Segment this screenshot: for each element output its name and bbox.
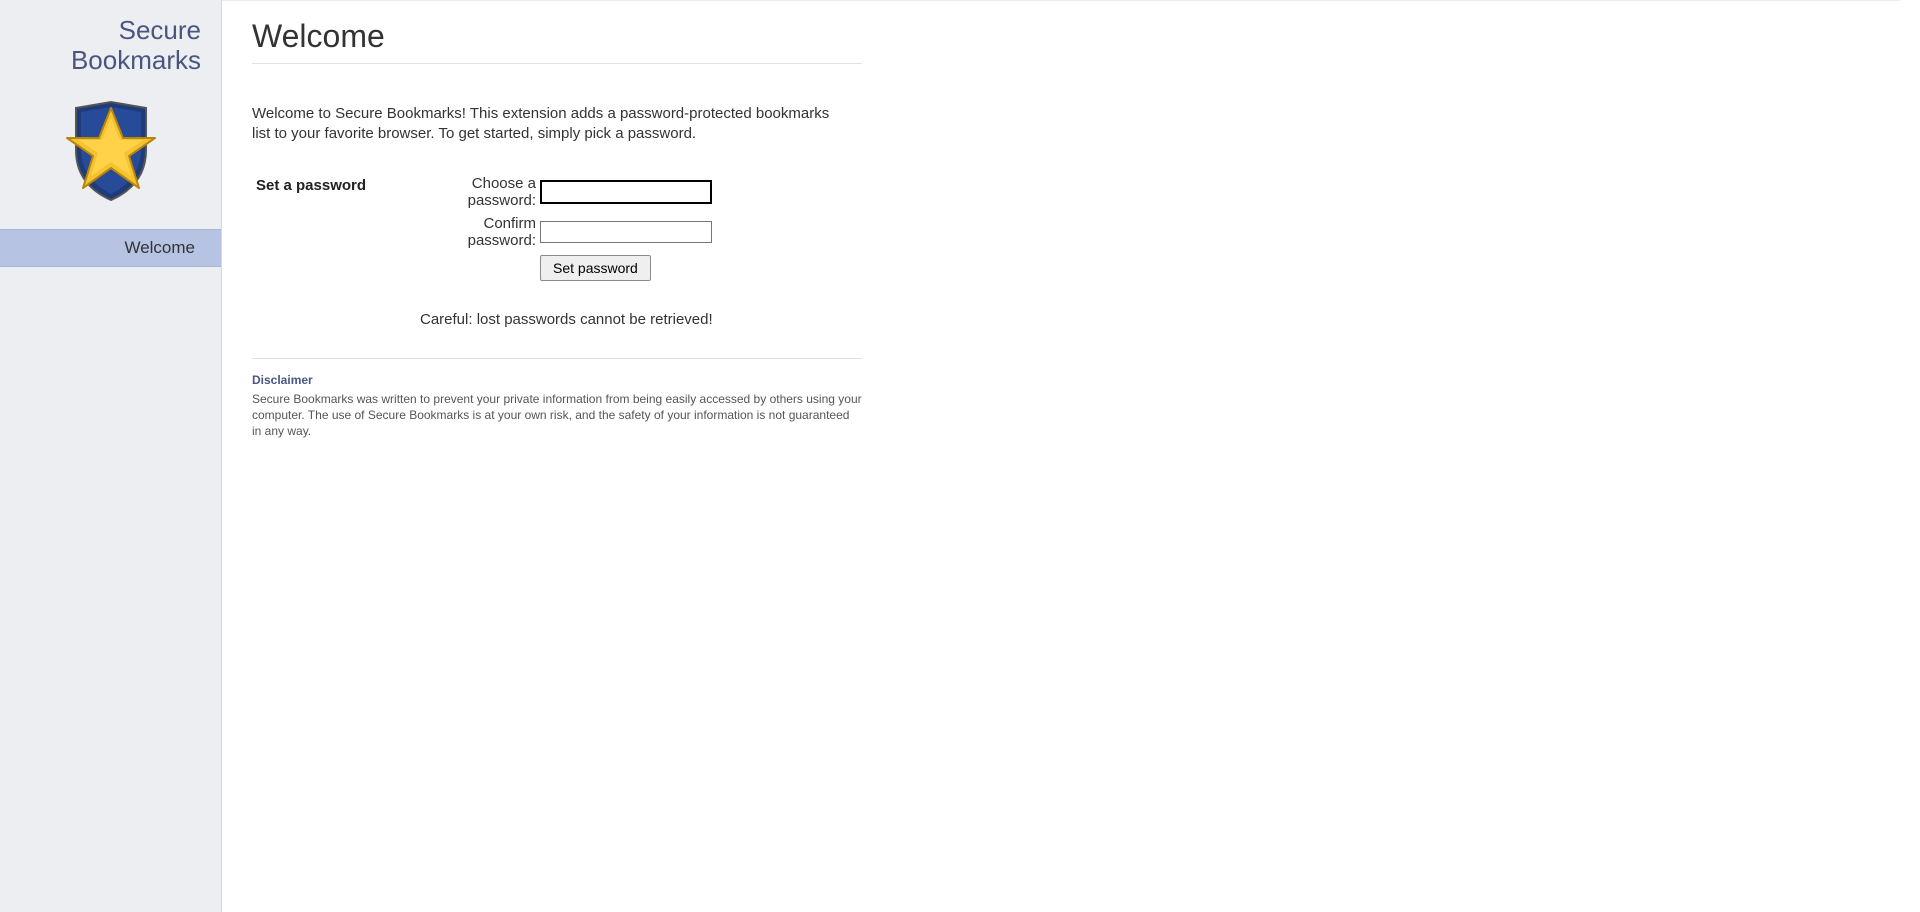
shield-star-icon: [51, 90, 171, 215]
brand-line-1: Secure: [20, 16, 201, 46]
logo: [0, 84, 221, 229]
confirm-password-label: Confirm password:: [420, 215, 540, 249]
form-heading: Set a password: [256, 175, 420, 194]
intro-text: Welcome to Secure Bookmarks! This extens…: [252, 104, 842, 145]
set-password-button[interactable]: Set password: [540, 255, 651, 281]
brand-line-2: Bookmarks: [20, 46, 201, 76]
title-divider: [252, 63, 862, 64]
disclaimer-body: Secure Bookmarks was written to prevent …: [252, 391, 862, 440]
password-warning: Careful: lost passwords cannot be retrie…: [420, 311, 713, 328]
choose-password-label: Choose a password:: [420, 175, 540, 209]
sidebar-item-label: Welcome: [124, 238, 195, 257]
confirm-password-input[interactable]: [540, 221, 712, 243]
choose-password-input[interactable]: [540, 180, 712, 204]
set-password-form: Set a password Choose a password: Confir…: [256, 175, 1890, 328]
disclaimer-heading: Disclaimer: [252, 373, 1890, 387]
page-title: Welcome: [252, 18, 1890, 55]
sidebar: Secure Bookmarks Welcome: [0, 0, 222, 912]
disclaimer-divider: [252, 358, 862, 359]
main-content: Welcome Welcome to Secure Bookmarks! Thi…: [222, 0, 1920, 912]
app-brand: Secure Bookmarks: [0, 0, 221, 84]
sidebar-item-welcome[interactable]: Welcome: [0, 229, 221, 267]
